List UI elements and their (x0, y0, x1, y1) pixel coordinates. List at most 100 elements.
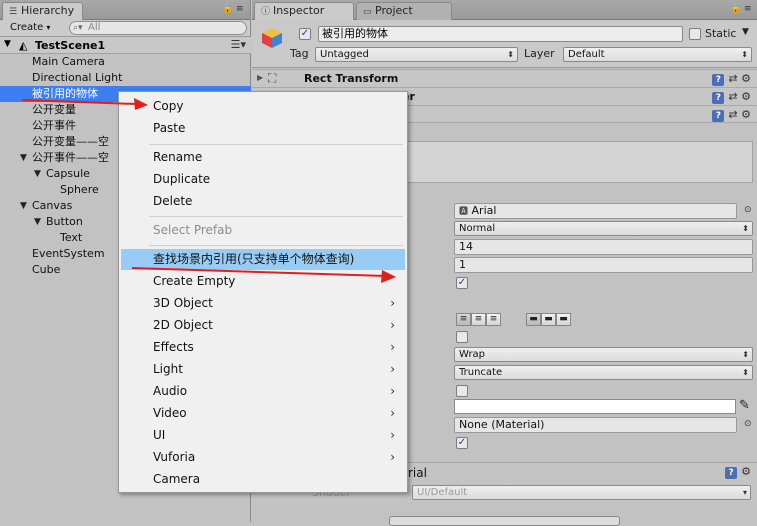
dropdown-caret-icon: ⬍ (742, 368, 749, 377)
hierarchy-toolbar: Create ▾ ⌕▾ All (0, 20, 250, 37)
menu-item-3d-object[interactable]: 3D Object › (121, 293, 405, 314)
submenu-arrow-icon: › (390, 296, 395, 310)
object-name-field[interactable]: 被引用的物体 (318, 26, 683, 42)
info-icon: ⓘ (261, 7, 271, 17)
text-area-box[interactable] (404, 141, 753, 183)
menu-item-video[interactable]: Video › (121, 403, 405, 424)
tab-inspector[interactable]: ⓘ Inspector (254, 2, 354, 20)
submenu-arrow-icon: › (390, 384, 395, 398)
rect-transform-icon: ⛶ (268, 71, 277, 85)
gear-icon[interactable]: ⚙ (741, 90, 751, 103)
lock-icon[interactable]: 🔒 (730, 4, 742, 14)
menu-item-paste[interactable]: Paste (121, 118, 405, 139)
dropdown-caret-icon: ▾ (742, 488, 747, 497)
align-bottom-button[interactable]: ▬ (556, 313, 571, 326)
submenu-arrow-icon: › (390, 318, 395, 332)
tag-dropdown[interactable]: Untagged ⬍ (315, 47, 518, 62)
rich-text-checkbox[interactable]: ✓ (456, 277, 468, 289)
create-dropdown[interactable]: Create ▾ (4, 21, 58, 36)
menu-item-light[interactable]: Light › (121, 359, 405, 380)
menu-item-delete[interactable]: Delete (121, 191, 405, 212)
tab-project[interactable]: ▭ Project (356, 2, 452, 20)
menu-item-ui[interactable]: UI › (121, 425, 405, 446)
font-size-field[interactable]: 14 (454, 239, 753, 255)
preset-icon[interactable]: ⇄ (728, 90, 741, 103)
submenu-arrow-icon: › (390, 340, 395, 354)
tree-item-directional-light[interactable]: Directional Light (0, 70, 251, 86)
component-rect-transform[interactable]: ▶ ⛶ Rect Transform ? ⇄ ⚙ (252, 69, 757, 87)
static-label: Static (705, 27, 737, 40)
scene-options-icon[interactable]: ☰▾ (231, 38, 246, 51)
expand-arrow-icon[interactable]: ▼ (20, 150, 27, 166)
vertical-overflow-dropdown[interactable]: Truncate ⬍ (454, 365, 753, 380)
panel-menu-icon[interactable]: ≡ (236, 4, 245, 14)
menu-item-camera[interactable]: Camera (121, 469, 405, 490)
panel-menu-icon[interactable]: ≡ (744, 4, 753, 14)
menu-separator (149, 216, 403, 217)
submenu-arrow-icon: › (390, 406, 395, 420)
raycast-target-checkbox[interactable]: ✓ (456, 437, 468, 449)
gear-icon[interactable]: ⚙ (741, 465, 751, 478)
expand-arrow-icon[interactable]: ▼ (34, 166, 41, 182)
help-icon[interactable]: ? (712, 74, 725, 86)
expand-arrow-icon[interactable]: ▼ (20, 198, 27, 214)
line-spacing-field[interactable]: 1 (454, 257, 753, 273)
align-center-button[interactable]: ≡ (471, 313, 486, 326)
eyedropper-icon[interactable]: ✎ (739, 398, 750, 413)
dropdown-caret-icon: ⬍ (742, 224, 749, 233)
object-picker-icon[interactable]: ⊙ (744, 205, 752, 215)
best-fit-checkbox[interactable] (456, 385, 468, 397)
align-top-button[interactable]: ▬ (526, 313, 541, 326)
scene-row[interactable]: ▼ ◭ TestScene1 ☰▾ (0, 37, 251, 54)
help-icon[interactable]: ? (712, 110, 725, 122)
active-checkbox[interactable]: ✓ (299, 28, 311, 40)
submenu-arrow-icon: › (390, 362, 395, 376)
fold-arrow-icon[interactable]: ▶ (257, 73, 263, 82)
menu-item-find-references[interactable]: 查找场景内引用(只支持单个物体查询) (121, 249, 405, 270)
align-right-button[interactable]: ≡ (486, 313, 501, 326)
help-icon[interactable]: ? (725, 467, 738, 479)
expand-arrow-icon[interactable]: ▼ (34, 214, 41, 230)
lock-icon[interactable]: 🔒 (222, 4, 234, 14)
add-component-button[interactable] (389, 516, 620, 526)
font-field[interactable]: 🅰 Arial (454, 203, 737, 219)
dropdown-caret-icon: ⬍ (507, 50, 514, 59)
submenu-arrow-icon: › (390, 428, 395, 442)
menu-separator (149, 245, 403, 246)
hierarchy-search-input[interactable]: ⌕▾ All (69, 21, 247, 35)
help-icon[interactable]: ? (712, 92, 725, 104)
layer-dropdown[interactable]: Default ⬍ (563, 47, 752, 62)
material-field[interactable]: None (Material) (454, 417, 737, 433)
menu-item-duplicate[interactable]: Duplicate (121, 169, 405, 190)
menu-item-2d-object[interactable]: 2D Object › (121, 315, 405, 336)
dropdown-caret-icon: ⬍ (742, 350, 749, 359)
static-checkbox[interactable] (689, 28, 701, 40)
menu-item-rename[interactable]: Rename (121, 147, 405, 168)
tab-hierarchy[interactable]: ☰ Hierarchy (2, 2, 84, 20)
tree-item-main-camera[interactable]: Main Camera (0, 54, 251, 70)
menu-item-effects[interactable]: Effects › (121, 337, 405, 358)
menu-item-audio[interactable]: Audio › (121, 381, 405, 402)
expand-arrow-icon[interactable]: ▼ (4, 39, 11, 49)
color-field[interactable] (454, 399, 736, 414)
align-left-button[interactable]: ≡ (456, 313, 471, 326)
gear-icon[interactable]: ⚙ (741, 72, 751, 85)
inspector-tabbar: ⓘ Inspector ▭ Project 🔒 ≡ (252, 0, 757, 20)
static-dropdown-icon[interactable]: ▼ (742, 27, 749, 37)
search-icon: ⌕▾ (73, 23, 83, 33)
preset-icon[interactable]: ⇄ (728, 108, 741, 121)
menu-item-vuforia[interactable]: Vuforia › (121, 447, 405, 468)
gear-icon[interactable]: ⚙ (741, 108, 751, 121)
preset-icon[interactable]: ⇄ (728, 72, 741, 85)
tag-label: Tag (290, 47, 309, 60)
shader-dropdown[interactable]: UI/Default ▾ (412, 485, 751, 500)
menu-item-create-empty[interactable]: Create Empty (121, 271, 405, 292)
font-style-dropdown[interactable]: Normal ⬍ (454, 221, 753, 236)
dropdown-caret-icon: ⬍ (741, 50, 748, 59)
horizontal-overflow-dropdown[interactable]: Wrap ⬍ (454, 347, 753, 362)
object-picker-icon[interactable]: ⊙ (744, 419, 752, 429)
font-asset-icon: 🅰 (459, 207, 469, 217)
align-middle-button[interactable]: ▬ (541, 313, 556, 326)
align-by-geometry-checkbox[interactable] (456, 331, 468, 343)
menu-item-copy[interactable]: Copy (121, 96, 405, 117)
